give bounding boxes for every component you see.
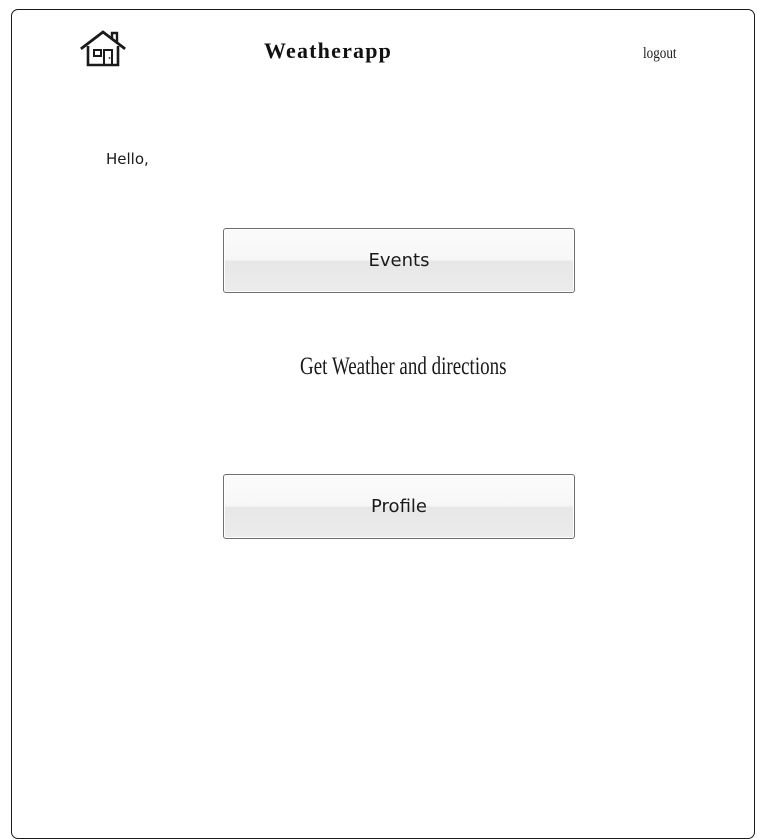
weather-directions-link[interactable]: Get Weather and directions <box>300 353 507 381</box>
logout-link[interactable]: logout <box>643 45 677 63</box>
profile-button[interactable]: Profile <box>223 474 575 539</box>
app-window <box>11 9 755 839</box>
home-icon-graphic <box>80 30 126 67</box>
app-title: Weatherapp <box>264 38 393 63</box>
greeting-text: Hello, <box>106 150 149 168</box>
events-button[interactable]: Events <box>223 228 575 293</box>
home-icon[interactable] <box>79 29 127 69</box>
